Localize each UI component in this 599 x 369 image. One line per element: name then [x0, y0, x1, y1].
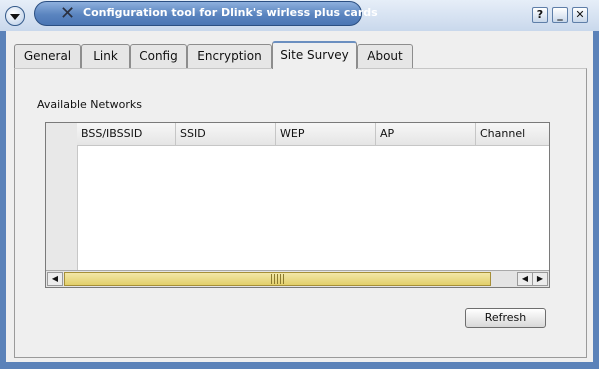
tab-config[interactable]: Config [130, 44, 187, 68]
window-menu-icon[interactable] [5, 6, 25, 26]
scroll-right-icon[interactable]: ▶ [532, 272, 548, 286]
scroll-left-icon[interactable]: ◀ [47, 272, 63, 286]
slider-grip-icon [271, 274, 285, 284]
title-bar[interactable]: ✕ Configuration tool for Dlink's wirless… [0, 0, 599, 31]
dialog-client-area: General Link Config Encryption Site Surv… [6, 31, 593, 362]
title-pill: ✕ Configuration tool for Dlink's wirless… [34, 1, 378, 26]
scroll-left-icon-right-group[interactable]: ◀ [517, 272, 533, 286]
x-app-icon: ✕ [60, 3, 76, 24]
column-header-bssid[interactable]: BSS/IBSSID [77, 123, 176, 145]
refresh-button[interactable]: Refresh [465, 308, 546, 328]
column-header-wep[interactable]: WEP [276, 123, 376, 145]
window-title: Configuration tool for Dlink's wirless p… [83, 6, 378, 19]
tab-general[interactable]: General [14, 44, 81, 68]
minimize-button[interactable]: _ [552, 7, 568, 23]
tab-encryption-label: Encryption [197, 49, 262, 63]
horizontal-scrollbar[interactable]: ◀ ◀ ▶ [46, 270, 549, 287]
tab-general-label: General [23, 49, 72, 63]
tab-about[interactable]: About [357, 44, 413, 68]
help-button[interactable]: ? [532, 7, 548, 23]
available-networks-label: Available Networks [37, 98, 142, 111]
column-header-channel[interactable]: Channel [476, 123, 550, 145]
refresh-button-label: Refresh [484, 311, 527, 324]
column-header-ssid[interactable]: SSID [176, 123, 276, 145]
app-window: ✕ Configuration tool for Dlink's wirless… [0, 0, 599, 369]
tab-site-survey[interactable]: Site Survey [272, 41, 357, 69]
tab-link[interactable]: Link [81, 44, 130, 68]
tab-link-label: Link [93, 49, 118, 63]
column-header-ap[interactable]: AP [376, 123, 476, 145]
close-button[interactable]: ✕ [572, 7, 588, 23]
row-header-column [46, 123, 78, 270]
tab-encryption[interactable]: Encryption [187, 44, 272, 68]
networks-table[interactable]: BSS/IBSSID SSID WEP AP Channel ◀ ◀ ▶ [45, 122, 550, 288]
table-header: BSS/IBSSID SSID WEP AP Channel [77, 123, 549, 146]
tab-site-survey-label: Site Survey [280, 48, 349, 62]
scrollbar-slider[interactable] [64, 272, 491, 286]
tab-about-label: About [367, 49, 403, 63]
tab-config-label: Config [139, 49, 178, 63]
